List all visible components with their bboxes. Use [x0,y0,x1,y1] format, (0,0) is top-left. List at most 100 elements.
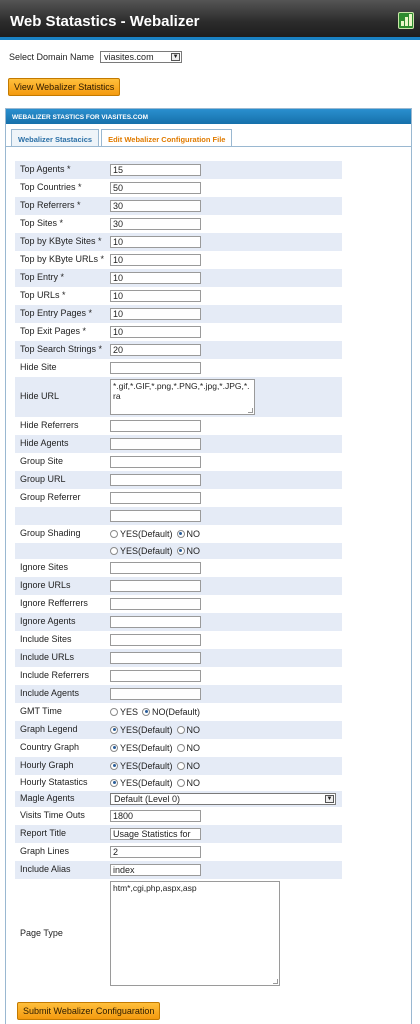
form-row: Ignore URLs [15,577,342,595]
text-field[interactable]: Usage Statistics for [110,828,201,840]
radio-yes[interactable] [110,725,118,734]
text-field[interactable] [110,652,201,664]
text-field[interactable]: 10 [110,326,201,338]
text-field[interactable] [110,438,201,450]
text-field[interactable]: 10 [110,308,201,320]
tab-webalizer-statistics[interactable]: Webalizer Stastacics [11,129,100,147]
resize-grip-icon[interactable] [273,979,278,984]
resize-grip-icon[interactable] [248,408,253,413]
radio-label-yes: YES(Default) [120,760,173,771]
text-field[interactable]: 10 [110,236,201,248]
radio-no[interactable] [176,546,185,555]
webalizer-chart-icon [398,12,414,29]
form-row: Top Entry Pages * 10 [15,305,342,323]
textarea-value: *.gif,*.GIF,*.png,*.PNG,*.jpg,*.JPG,*.ra [113,381,250,401]
field-label: Hourly Statastics [20,777,88,787]
radio-yes[interactable] [110,743,118,752]
radio-yes[interactable] [110,529,118,538]
form-row: Include Sites [15,631,342,649]
form-row: Hide Agents [15,435,342,453]
form-row: Top URLs * 10 [15,287,342,305]
form-row: Top by KByte Sites * 10 [15,233,342,251]
text-field[interactable] [110,688,201,700]
tab-edit-configuration[interactable]: Edit Webalizer Configuration File [101,129,233,147]
text-field[interactable] [110,616,201,628]
chevron-down-icon[interactable]: ▼ [325,795,334,803]
text-field[interactable] [110,562,201,574]
radio-group: YES(Default) NO [110,529,200,539]
field-label: Group Referrer [20,492,81,502]
text-field[interactable] [110,598,201,610]
form-row: Top Agents * 15 [15,161,342,179]
text-field[interactable] [110,510,201,522]
field-label: Group Shading [20,528,81,538]
text-field[interactable] [110,670,201,682]
text-field[interactable] [110,492,201,504]
submit-configuration-button[interactable]: Submit Webalizer Configuaration [17,1002,161,1020]
text-field[interactable]: 50 [110,182,201,194]
field-label: Ignore Agents [20,616,76,626]
field-label: Magle Agents [20,793,75,803]
radio-yes[interactable] [110,707,118,716]
radio-no[interactable] [176,743,185,752]
magle-agents-select[interactable]: Default (Level 0) ▼ [110,793,336,805]
radio-yes[interactable] [110,778,118,787]
textarea-field[interactable]: htm*,cgi,php,aspx,asp [110,881,280,986]
textarea-field[interactable]: *.gif,*.GIF,*.png,*.PNG,*.jpg,*.JPG,*.ra [110,379,255,415]
field-label: Hide Agents [20,438,69,448]
domain-select[interactable]: viasites.com ▼ [100,51,183,63]
field-label: Visits Time Outs [20,810,85,820]
select-value: Default (Level 0) [114,794,181,804]
chevron-down-icon[interactable]: ▼ [171,53,181,61]
field-label: Hide Site [20,362,57,372]
text-field[interactable]: 20 [110,344,201,356]
radio-label-yes: YES(Default) [120,528,173,539]
text-field[interactable]: 10 [110,290,201,302]
radio-no[interactable] [142,707,151,716]
text-field[interactable]: 2 [110,846,201,858]
text-field[interactable]: 1800 [110,810,201,822]
view-statistics-button[interactable]: View Webalizer Statistics [8,78,121,96]
form-row: Page Type htm*,cgi,php,aspx,asp [15,879,342,988]
field-label: Include Agents [20,688,80,698]
text-field[interactable] [110,456,201,468]
field-label: Top Entry Pages * [20,308,93,318]
form-row: Country Graph YES(Default) NO [15,739,342,757]
text-field[interactable] [110,474,201,486]
text-field[interactable]: index [110,864,201,876]
field-label: Top Agents * [20,164,71,174]
field-label: Top by KByte Sites * [20,236,102,246]
field-label: Graph Lines [20,846,70,856]
form-row: Hide Referrers [15,417,342,435]
radio-group: YES(Default) NO [110,743,200,753]
radio-yes[interactable] [110,761,118,770]
radio-label-no: NO [186,545,201,556]
text-field[interactable] [110,580,201,592]
form-row: Hide Site [15,359,342,377]
field-label: Top by KByte URLs * [20,254,105,264]
radio-label-yes: YES(Default) [120,724,173,735]
textarea-value: htm*,cgi,php,aspx,asp [113,883,197,893]
form-row: Ignore Sites [15,559,342,577]
field-label: Top URLs * [20,290,66,300]
text-field[interactable]: 30 [110,218,201,230]
radio-group: YES NO(Default) [110,707,200,717]
radio-label-no: NO [186,777,201,788]
form-row: Top Search Strings * 20 [15,341,342,359]
field-label: Top Countries * [20,182,82,192]
text-field[interactable] [110,362,201,374]
text-field[interactable] [110,420,201,432]
radio-yes[interactable] [110,546,118,555]
radio-no[interactable] [176,761,185,770]
form-row: Top Entry * 10 [15,269,342,287]
radio-no[interactable] [176,529,185,538]
text-field[interactable]: 30 [110,200,201,212]
radio-no[interactable] [176,725,185,734]
text-field[interactable] [110,634,201,646]
field-label: Top Sites * [20,218,64,228]
text-field[interactable]: 10 [110,254,201,266]
field-label: Country Graph [20,742,80,752]
text-field[interactable]: 10 [110,272,201,284]
radio-no[interactable] [176,778,185,787]
text-field[interactable]: 15 [110,164,201,176]
